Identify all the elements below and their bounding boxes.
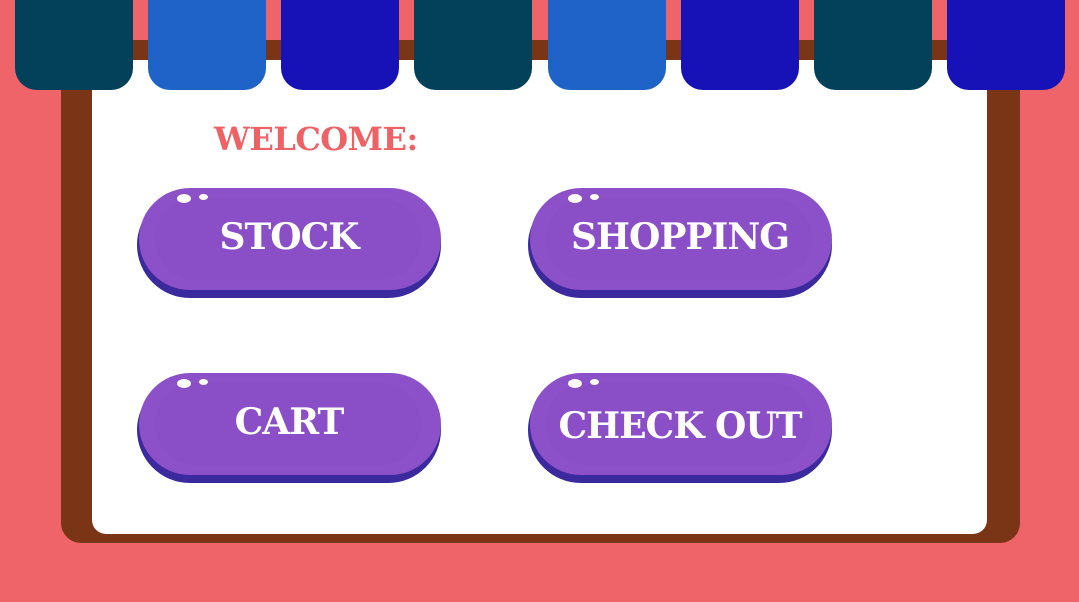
stock-button[interactable]: STOCK (137, 188, 441, 298)
check-out-button-label: CHECK OUT (558, 405, 802, 447)
button-shine (177, 194, 191, 203)
button-shine (199, 194, 208, 200)
button-shine (199, 379, 208, 385)
awning-stripe (946, 0, 1065, 90)
awning-stripe (813, 0, 932, 90)
awning-stripe (281, 0, 400, 90)
cart-button-label: CART (234, 401, 345, 443)
awning-stripe (547, 0, 666, 90)
awning-stripe (15, 0, 133, 90)
welcome-heading: WELCOME: (214, 120, 418, 158)
awning-stripe (414, 0, 533, 90)
cart-button[interactable]: CART (137, 373, 441, 483)
button-shine (568, 379, 582, 388)
awning-stripe (680, 0, 799, 90)
button-shine (177, 379, 191, 388)
awning-stripe (148, 0, 267, 90)
stock-button-label: STOCK (219, 216, 359, 258)
check-out-button[interactable]: CHECK OUT (528, 373, 832, 483)
shopping-button-label: SHOPPING (570, 216, 790, 258)
button-shine (568, 194, 582, 203)
button-shine (590, 379, 599, 385)
shopping-button[interactable]: SHOPPING (528, 188, 832, 298)
button-shine (590, 194, 599, 200)
awning (15, 0, 1065, 90)
